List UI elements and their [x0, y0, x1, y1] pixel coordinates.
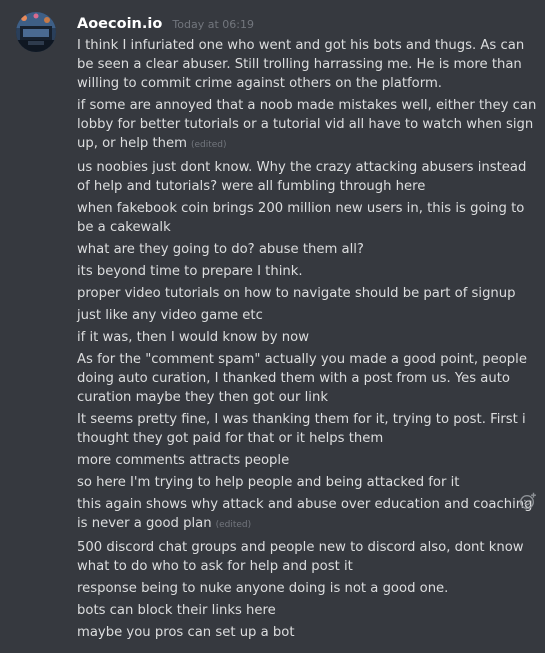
chat-message[interactable]: more comments attracts people: [77, 451, 539, 470]
add-reaction-icon[interactable]: [519, 492, 537, 510]
message-text: maybe you pros can set up a bot: [77, 624, 295, 640]
message-text: this again shows why attack and abuse ov…: [77, 496, 533, 531]
chat-message[interactable]: us noobies just dont know. Why the crazy…: [77, 158, 539, 196]
message-text: response being to nuke anyone doing is n…: [77, 580, 449, 596]
message-text: I think I infuriated one who went and go…: [77, 37, 525, 91]
edited-label: (edited): [190, 139, 227, 150]
chat-message[interactable]: so here I'm trying to help people and be…: [77, 473, 539, 492]
message-text: 500 discord chat groups and people new t…: [77, 539, 524, 574]
message-text: if some are annoyed that a noob made mis…: [77, 97, 537, 151]
chat-message[interactable]: if it was, then I would know by now: [77, 328, 539, 347]
chat-message[interactable]: what are they going to do? abuse them al…: [77, 240, 539, 259]
chat-message[interactable]: bots can block their links here: [77, 601, 539, 620]
chat-message[interactable]: I think I infuriated one who went and go…: [77, 36, 539, 93]
chat-message[interactable]: if some are annoyed that a noob made mis…: [77, 96, 539, 155]
message-text: us noobies just dont know. Why the crazy…: [77, 159, 527, 194]
message-text: what are they going to do? abuse them al…: [77, 241, 364, 257]
chat-message[interactable]: As for the "comment spam" actually you m…: [77, 350, 539, 407]
avatar-image: [16, 12, 56, 52]
message-text: just like any video game etc: [77, 307, 263, 323]
username[interactable]: Aoecoin.io: [77, 16, 162, 32]
message-text: more comments attracts people: [77, 452, 290, 468]
message-text: its beyond time to prepare I think.: [77, 263, 303, 279]
edited-label: (edited): [215, 519, 252, 530]
message-text: if it was, then I would know by now: [77, 329, 309, 345]
chat-message[interactable]: proper video tutorials on how to navigat…: [77, 284, 539, 303]
message-header: Aoecoin.io Today at 06:19: [77, 13, 254, 33]
chat-message[interactable]: its beyond time to prepare I think.: [77, 262, 539, 281]
chat-message[interactable]: It seems pretty fine, I was thanking the…: [77, 410, 539, 448]
chat-message[interactable]: just like any video game etc: [77, 306, 539, 325]
avatar[interactable]: [16, 12, 56, 52]
chat-message[interactable]: this again shows why attack and abuse ov…: [77, 495, 539, 535]
message-text: bots can block their links here: [77, 602, 276, 618]
timestamp[interactable]: Today at 06:19: [172, 18, 254, 31]
message-text: when fakebook coin brings 200 million ne…: [77, 200, 525, 235]
chat-message[interactable]: 500 discord chat groups and people new t…: [77, 538, 539, 576]
message-group: Aoecoin.io Today at 06:19 I think I infu…: [0, 0, 545, 653]
chat-message[interactable]: when fakebook coin brings 200 million ne…: [77, 199, 539, 237]
message-text: proper video tutorials on how to navigat…: [77, 285, 516, 301]
message-text: so here I'm trying to help people and be…: [77, 474, 460, 490]
chat-message[interactable]: maybe you pros can set up a bot: [77, 623, 539, 642]
message-list: I think I infuriated one who went and go…: [77, 36, 539, 645]
message-text: As for the "comment spam" actually you m…: [77, 351, 527, 405]
chat-message[interactable]: response being to nuke anyone doing is n…: [77, 579, 539, 598]
message-text: It seems pretty fine, I was thanking the…: [77, 411, 526, 446]
